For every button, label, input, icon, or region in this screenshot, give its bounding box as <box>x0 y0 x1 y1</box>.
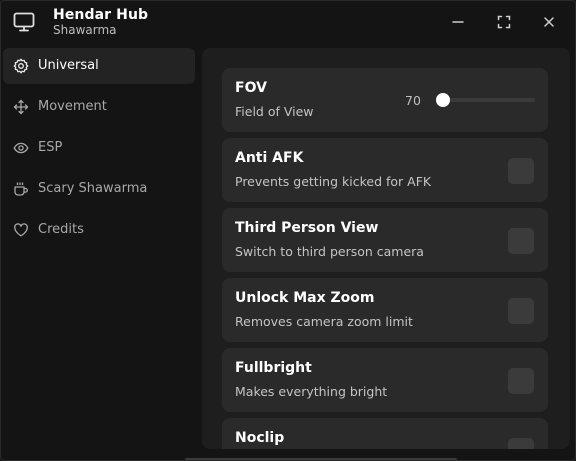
fov-slider[interactable] <box>436 93 535 107</box>
sidebar-item-credits[interactable]: Credits <box>3 212 195 248</box>
toggle-title: Third Person View <box>235 220 379 236</box>
maximize-icon <box>497 15 511 29</box>
anti-afk-toggle[interactable] <box>508 158 534 184</box>
toggle-description: Removes camera zoom limit <box>235 314 413 329</box>
slider-thumb[interactable] <box>436 93 450 107</box>
toggle-description: Switch to third person camera <box>235 244 424 259</box>
settings-panel: FOV Field of View 70 Anti AFK Prevents g… <box>202 48 570 449</box>
maximize-button[interactable] <box>493 11 515 33</box>
sidebar-item-label: Scary Shawarma <box>38 181 148 196</box>
sidebar-item-label: Movement <box>38 99 107 114</box>
sidebar-item-movement[interactable]: Movement <box>3 89 195 125</box>
sidebar-item-esp[interactable]: ESP <box>3 130 195 166</box>
title-bar[interactable]: Hendar Hub Shawarma <box>1 1 575 45</box>
toggle-title: Fullbright <box>235 360 312 376</box>
third-person-view-card: Third Person View Switch to third person… <box>222 208 548 272</box>
toggle-title: Unlock Max Zoom <box>235 290 375 306</box>
fullbright-card: Fullbright Makes everything bright <box>222 348 548 412</box>
sidebar-item-universal[interactable]: Universal <box>3 48 195 84</box>
app-subtitle: Shawarma <box>53 23 117 37</box>
minimize-button[interactable] <box>447 11 469 33</box>
app-title: Hendar Hub <box>53 7 149 23</box>
move-arrows-icon <box>13 99 29 115</box>
sidebar-item-scary-shawarma[interactable]: Scary Shawarma <box>3 171 195 207</box>
sidebar-item-label: Credits <box>38 222 84 237</box>
close-button[interactable] <box>538 11 560 33</box>
close-icon <box>544 17 554 27</box>
sidebar: Universal Movement ESP Scary Shawarma Cr… <box>1 47 197 460</box>
minimize-icon <box>452 21 464 23</box>
toggle-description: Prevents getting kicked for AFK <box>235 174 432 189</box>
monitor-icon <box>13 12 35 32</box>
app-window: Hendar Hub Shawarma Universal Movement E… <box>0 0 576 461</box>
unlock-max-zoom-toggle[interactable] <box>508 298 534 324</box>
sidebar-item-label: Universal <box>38 58 99 73</box>
toggle-title: Anti AFK <box>235 150 304 166</box>
fov-card: FOV Field of View 70 <box>222 68 548 132</box>
toggle-title: Noclip <box>235 430 285 446</box>
unlock-max-zoom-card: Unlock Max Zoom Removes camera zoom limi… <box>222 278 548 342</box>
heart-icon <box>14 223 28 237</box>
sidebar-item-label: ESP <box>38 140 63 155</box>
fullbright-toggle[interactable] <box>508 368 534 394</box>
gear-icon <box>13 58 29 74</box>
noclip-card: Noclip <box>222 418 548 449</box>
fov-description: Field of View <box>235 104 314 119</box>
third-person-view-toggle[interactable] <box>508 228 534 254</box>
eye-icon <box>13 142 29 154</box>
fov-value: 70 <box>405 93 421 108</box>
toggle-description: Makes everything bright <box>235 384 388 399</box>
noclip-toggle[interactable] <box>508 438 534 449</box>
cup-icon <box>14 182 28 196</box>
anti-afk-card: Anti AFK Prevents getting kicked for AFK <box>222 138 548 202</box>
fov-title: FOV <box>235 80 267 96</box>
